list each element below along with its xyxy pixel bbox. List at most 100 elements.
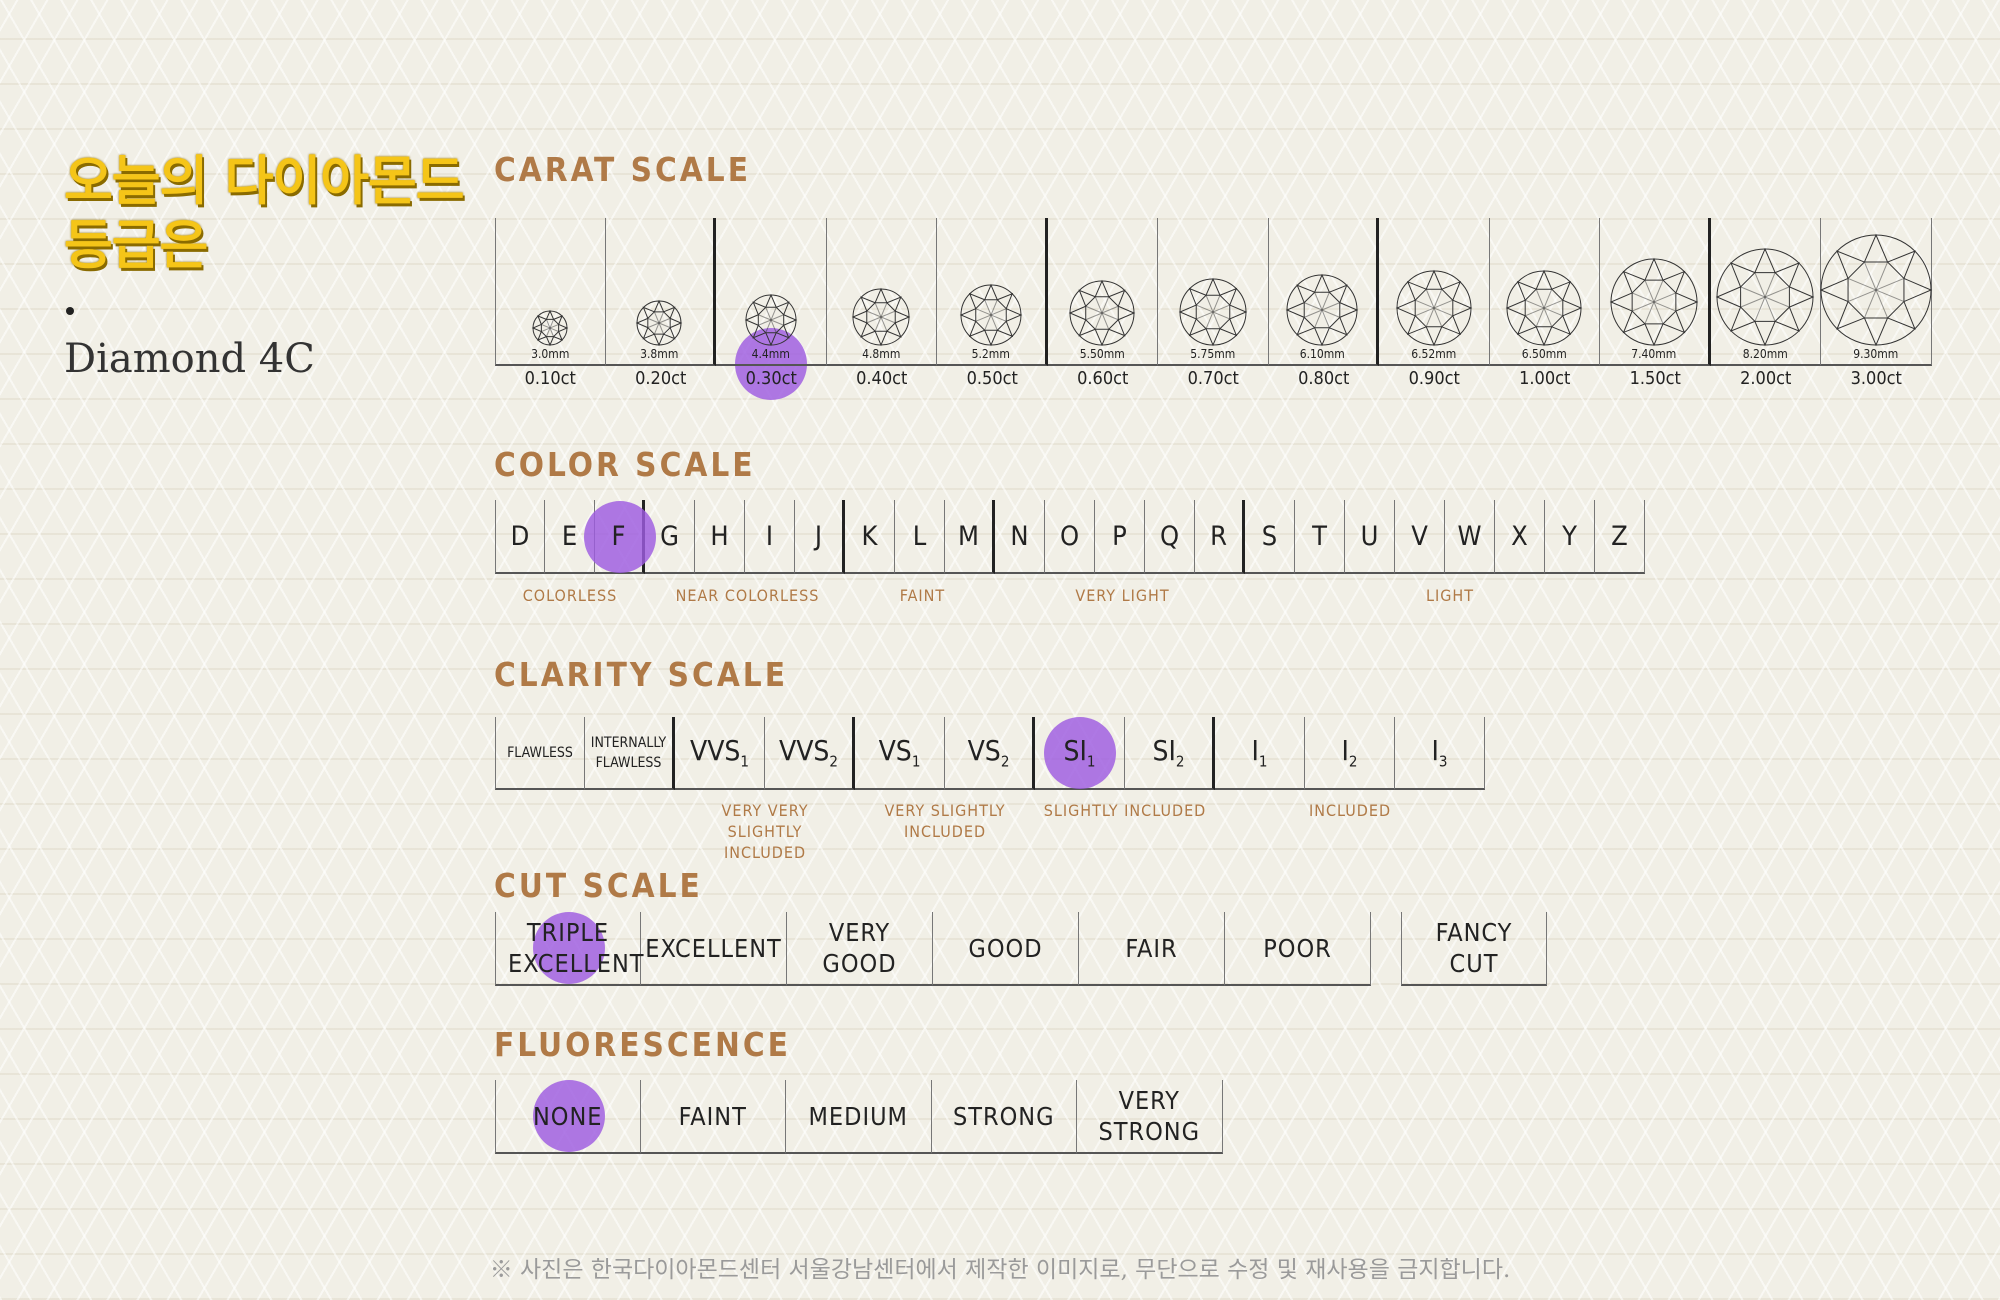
color-cell-l[interactable]: L [895,500,945,574]
carat-cell-6[interactable]: 5.75mm [1158,218,1269,366]
carat-mm-label: 4.8mm [862,347,901,361]
color-group-label: VERY LIGHT [1075,586,1170,605]
clarity-cell-3[interactable]: VVS2 [765,717,855,790]
clarity-cell-10[interactable]: I3 [1395,717,1485,790]
color-cell-r[interactable]: R [1195,500,1245,574]
carat-ct-label: 1.00ct [1519,368,1571,389]
color-cell-p[interactable]: P [1095,500,1145,574]
color-cell-i[interactable]: I [745,500,795,574]
carat-mm-label: 6.50mm [1521,347,1567,361]
clarity-subscript: 1 [1258,752,1268,771]
diamond-icon [1178,277,1248,347]
carat-cell-2[interactable]: 4.4mm [716,218,827,366]
fluorescence-scale: NONE FAINT MEDIUM STRONG VERY STRONG [495,1080,1223,1154]
diamond-icon [1068,279,1136,347]
cut-cell-0[interactable]: TRIPLE EXCELLENT [495,912,645,986]
clarity-cell-6[interactable]: SI1 [1035,717,1125,790]
carat-ct-label: 0.40ct [856,368,908,389]
color-cell-t[interactable]: T [1295,500,1345,574]
color-cell-w[interactable]: W [1445,500,1495,574]
clarity-group-label: VERY VERY SLIGHTLY INCLUDED [721,801,809,862]
color-letter: Q [1159,520,1180,552]
color-scale-title: COLOR SCALE [494,445,756,484]
color-cell-x[interactable]: X [1495,500,1545,574]
color-letter: N [1010,520,1029,552]
fluorescence-cell-3[interactable]: STRONG [931,1080,1077,1154]
clarity-subscript: 1 [1086,752,1096,771]
cut-cell-3[interactable]: GOOD [933,912,1079,986]
fluorescence-cell-1[interactable]: FAINT [640,1080,786,1154]
color-cell-f[interactable]: F [584,500,656,574]
color-letter: D [510,520,530,552]
carat-mm-label: 3.8mm [640,347,679,361]
fluorescence-label: VERY STRONG [1098,1086,1201,1146]
carat-ct-label: 0.30ct [745,368,797,389]
carat-cell-5[interactable]: 5.50mm [1047,218,1158,366]
color-cell-z[interactable]: Z [1595,500,1645,574]
carat-mm-label: 9.30mm [1853,347,1899,361]
color-cell-d[interactable]: D [495,500,545,574]
diamond-icon [1715,247,1815,347]
carat-cell-12[interactable]: 9.30mm [1819,218,1933,366]
cut-cell-1[interactable]: EXCELLENT [641,912,787,986]
diamond-icon [1505,269,1583,347]
clarity-cell-9[interactable]: I2 [1305,717,1395,790]
clarity-cell-5[interactable]: VS2 [945,717,1035,790]
color-group-label: COLORLESS [522,586,618,605]
carat-cell-11[interactable]: 8.20mm [1710,218,1821,366]
fluorescence-cell-2[interactable]: MEDIUM [786,1080,932,1154]
fluorescence-cell-4[interactable]: VERY STRONG [1077,1080,1223,1154]
color-cell-v[interactable]: V [1395,500,1445,574]
clarity-cell-0[interactable]: FLAWLESS [495,717,585,790]
cut-label-fancy: FANCY CUT [1435,918,1513,978]
color-cell-u[interactable]: U [1345,500,1395,574]
color-cell-j[interactable]: J [795,500,845,574]
color-cell-g[interactable]: G [645,500,695,574]
color-letter: U [1360,520,1379,552]
cut-cell-fancy[interactable]: FANCY CUT [1401,912,1547,986]
cut-label: TRIPLE EXCELLENT [508,918,645,978]
cut-cell-4[interactable]: FAIR [1079,912,1225,986]
carat-mm-label: 5.50mm [1079,347,1125,361]
page-title-line2: 등급은 [64,215,208,276]
carat-cell-0[interactable]: 3.0mm [495,218,606,366]
fluorescence-cell-0[interactable]: NONE [495,1080,641,1154]
diamond-icon [1395,269,1473,347]
clarity-cell-8[interactable]: I1 [1215,717,1305,790]
color-letter: Z [1611,520,1628,552]
carat-ct-label: 0.70ct [1187,368,1239,389]
clarity-label: I3 [1431,734,1448,771]
color-group-label: FAINT [899,586,946,605]
clarity-cell-1[interactable]: INTERNALLY FLAWLESS [585,717,675,790]
color-cell-o[interactable]: O [1045,500,1095,574]
clarity-label: FLAWLESS [507,744,573,761]
carat-ct-label: 3.00ct [1850,368,1902,389]
cut-cell-2[interactable]: VERY GOOD [787,912,933,986]
cut-cell-5[interactable]: POOR [1225,912,1371,986]
color-letter: K [861,520,878,552]
carat-cell-8[interactable]: 6.52mm [1379,218,1490,366]
carat-cell-9[interactable]: 6.50mm [1489,218,1600,366]
clarity-label: VS2 [967,734,1010,771]
color-cell-m[interactable]: M [945,500,995,574]
color-cell-q[interactable]: Q [1145,500,1195,574]
carat-cell-10[interactable]: 7.40mm [1600,218,1711,366]
color-cell-k[interactable]: K [845,500,895,574]
clarity-cell-7[interactable]: SI2 [1125,717,1215,790]
color-cell-s[interactable]: S [1245,500,1295,574]
clarity-subscript: 3 [1438,752,1448,771]
carat-cell-4[interactable]: 5.2mm [937,218,1048,366]
carat-mm-label: 6.52mm [1411,347,1457,361]
carat-cell-7[interactable]: 6.10mm [1268,218,1379,366]
clarity-cell-2[interactable]: VVS1 [675,717,765,790]
color-cell-y[interactable]: Y [1545,500,1595,574]
clarity-group-label: SLIGHTLY INCLUDED [1043,801,1207,820]
carat-cell-3[interactable]: 4.8mm [826,218,937,366]
cut-label: POOR [1263,933,1332,963]
color-cell-h[interactable]: H [695,500,745,574]
color-cell-n[interactable]: N [995,500,1045,574]
clarity-cell-4[interactable]: VS1 [855,717,945,790]
carat-cell-1[interactable]: 3.8mm [605,218,716,366]
clarity-label: INTERNALLY FLAWLESS [590,734,667,771]
carat-mm-label: 7.40mm [1631,347,1677,361]
